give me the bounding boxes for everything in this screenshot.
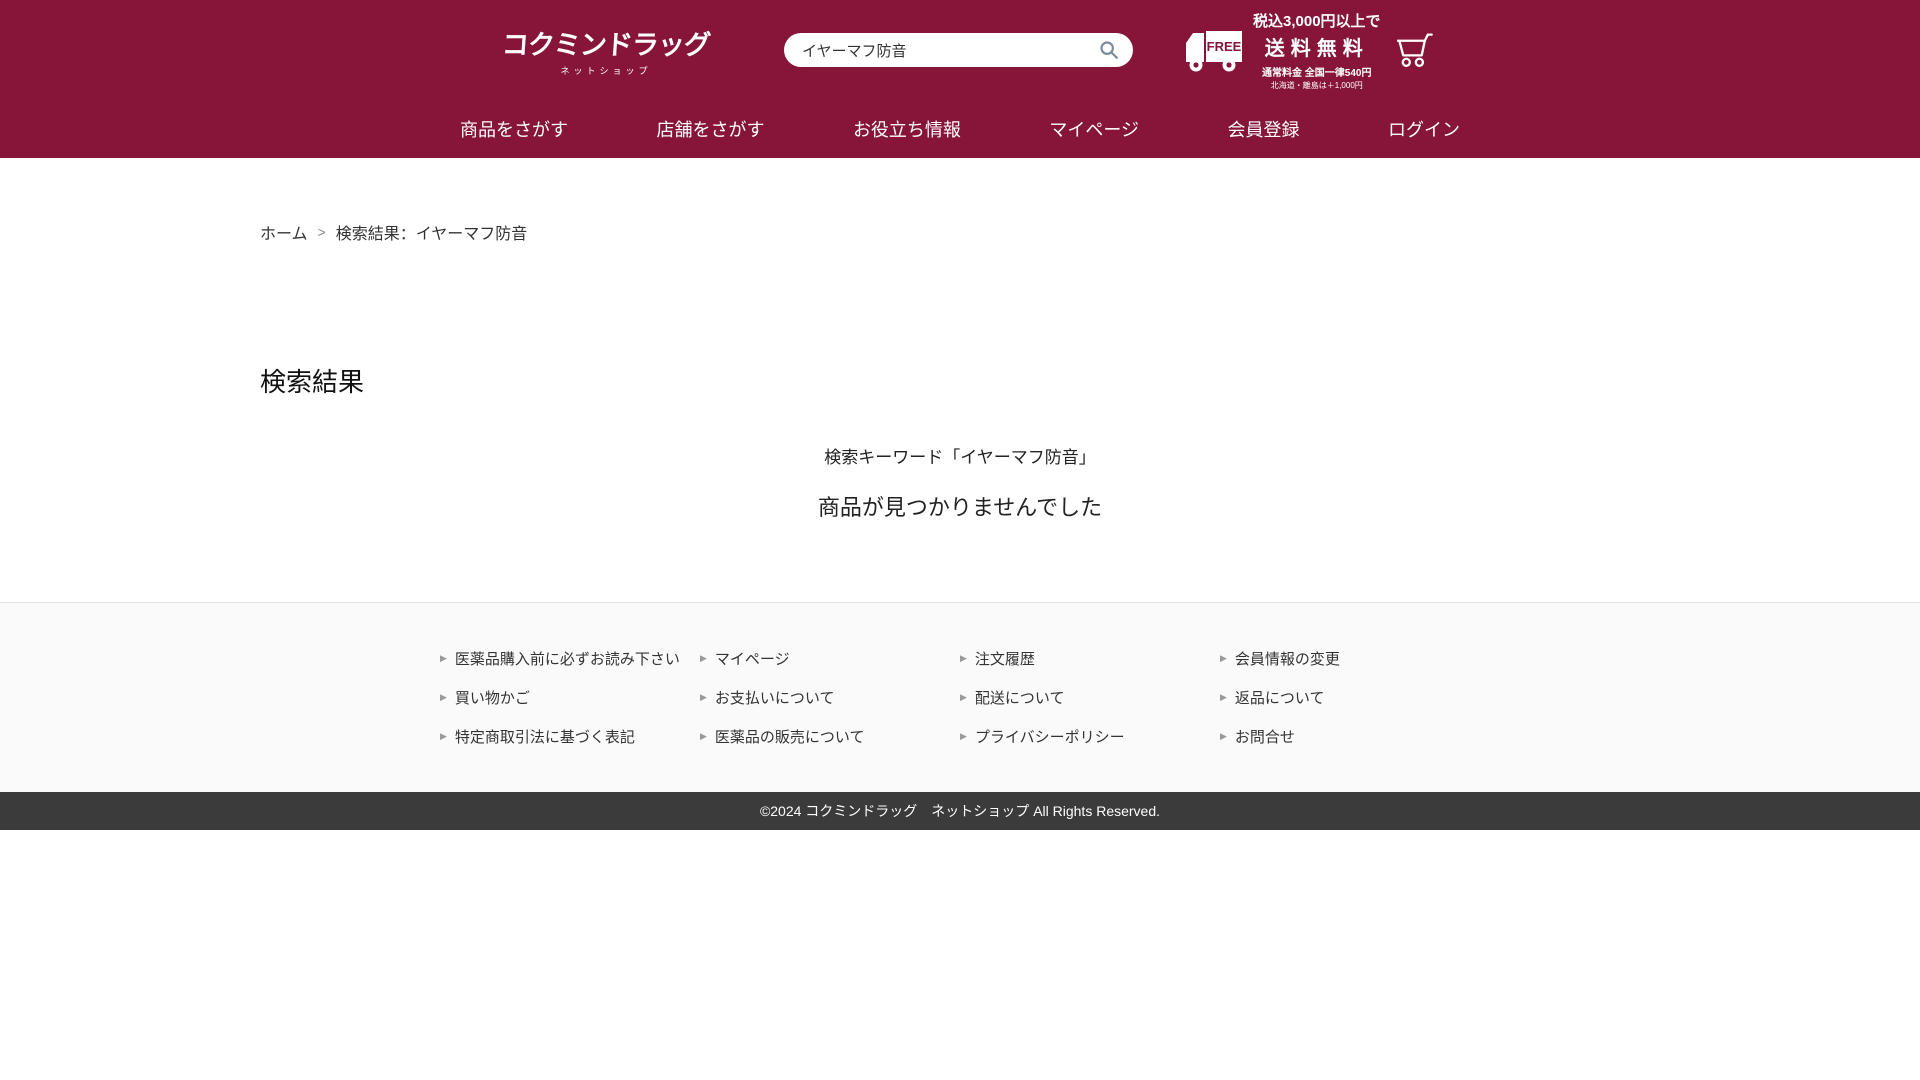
- site-logo[interactable]: コクミンドラッグ ネットショップ: [500, 23, 711, 77]
- nav-item-register[interactable]: 会員登録: [1228, 116, 1300, 142]
- footer-link-payment[interactable]: ▶ お支払いについて: [700, 687, 960, 708]
- header-top-row: コクミンドラッグ ネットショップ イヤーマフ防音 FREE 税込3,000円以上…: [460, 0, 1460, 100]
- footer-link-label: プライバシーポリシー: [974, 729, 1125, 746]
- arrow-bullet-icon: ▶: [440, 653, 447, 663]
- arrow-bullet-icon: ▶: [1220, 692, 1227, 702]
- free-shipping-banner: FREE 税込3,000円以上で 送料無料 通常料金 全国一律540円 北海道・…: [1185, 10, 1381, 91]
- footer-link-label: 買い物かご: [454, 690, 530, 707]
- footer-link-label: 会員情報の変更: [1234, 651, 1340, 668]
- breadcrumb: ホーム > 検索結果：イヤーマフ防音: [260, 158, 1660, 244]
- nav-item-login[interactable]: ログイン: [1388, 116, 1460, 142]
- arrow-bullet-icon: ▶: [960, 731, 967, 741]
- logo-title: コクミンドラッグ: [500, 30, 711, 60]
- shipping-normal-fee: 通常料金 全国一律540円: [1262, 67, 1372, 79]
- search-icon: [1098, 39, 1120, 61]
- copyright-text: ©2024 コクミンドラッグ ネットショップ All Rights Reserv…: [759, 803, 1161, 819]
- footer-link-label: お支払いについて: [714, 690, 835, 707]
- arrow-bullet-icon: ▶: [700, 653, 707, 663]
- footer-link-delivery[interactable]: ▶ 配送について: [960, 687, 1220, 708]
- nav-item-products[interactable]: 商品をさがす: [460, 116, 568, 142]
- arrow-bullet-icon: ▶: [440, 692, 447, 702]
- breadcrumb-current: 検索結果：イヤーマフ防音: [335, 226, 528, 243]
- footer-link-mypage[interactable]: ▶ マイページ: [700, 648, 960, 669]
- main-content: ホーム > 検索結果：イヤーマフ防音 検索結果 検索キーワード「イヤーマフ防音」…: [0, 158, 1920, 602]
- footer-column-3: ▶ 注文履歴 ▶ 配送について ▶ プライバシーポリシー: [960, 648, 1220, 747]
- search-result-messages: 検索キーワード「イヤーマフ防音」 商品が見つかりませんでした: [0, 443, 1920, 522]
- nav-item-mypage[interactable]: マイページ: [1049, 116, 1139, 142]
- page-title: 検索結果: [260, 367, 365, 397]
- site-footer: ▶ 医薬品購入前に必ずお読み下さい ▶ 買い物かご ▶ 特定商取引法に基づく表記 ▶ マ…: [0, 602, 1920, 792]
- footer-link-commerce-law[interactable]: ▶ 特定商取引法に基づく表記: [440, 726, 700, 747]
- shipping-free-label: 送料無料: [1264, 37, 1369, 60]
- search-input[interactable]: [802, 41, 1098, 59]
- footer-column-2: ▶ マイページ ▶ お支払いについて ▶ 医薬品の販売について: [700, 648, 960, 747]
- nav-item-useful-info[interactable]: お役立ち情報: [853, 116, 961, 142]
- footer-link-member-info[interactable]: ▶ 会員情報の変更: [1220, 648, 1480, 669]
- arrow-bullet-icon: ▶: [960, 692, 967, 702]
- footer-link-label: マイページ: [714, 651, 790, 668]
- footer-link-label: 特定商取引法に基づく表記: [454, 729, 635, 746]
- free-badge-label: FREE: [1207, 39, 1242, 54]
- cart-button[interactable]: [1394, 30, 1434, 70]
- footer-link-drug-notice[interactable]: ▶ 医薬品購入前に必ずお読み下さい: [440, 648, 700, 669]
- search-box: [784, 33, 1133, 67]
- footer-column-1: ▶ 医薬品購入前に必ずお読み下さい ▶ 買い物かご ▶ 特定商取引法に基づく表記: [440, 648, 700, 747]
- no-results-message: 商品が見つかりませんでした: [817, 495, 1103, 520]
- footer-link-label: 医薬品の販売について: [714, 729, 865, 746]
- footer-link-privacy-policy[interactable]: ▶ プライバシーポリシー: [960, 726, 1220, 747]
- delivery-truck-icon: FREE: [1185, 26, 1243, 74]
- footer-link-shopping-cart[interactable]: ▶ 買い物かご: [440, 687, 700, 708]
- footer-link-label: お問合せ: [1234, 729, 1295, 746]
- nav-item-stores[interactable]: 店舗をさがす: [656, 116, 764, 142]
- logo-subtitle: ネットショップ: [560, 66, 652, 76]
- footer-link-order-history[interactable]: ▶ 注文履歴: [960, 648, 1220, 669]
- arrow-bullet-icon: ▶: [1220, 653, 1227, 663]
- footer-link-label: 返品について: [1234, 690, 1325, 707]
- breadcrumb-home-link[interactable]: ホーム: [260, 220, 308, 244]
- arrow-bullet-icon: ▶: [1220, 731, 1227, 741]
- shipping-remote-fee: 北海道・離島は＋1,000円: [1270, 80, 1363, 90]
- arrow-bullet-icon: ▶: [700, 731, 707, 741]
- breadcrumb-separator: >: [317, 224, 326, 240]
- footer-link-label: 注文履歴: [974, 651, 1035, 668]
- footer-link-returns[interactable]: ▶ 返品について: [1220, 687, 1480, 708]
- search-keyword-message: 検索キーワード「イヤーマフ防音」: [824, 448, 1096, 467]
- arrow-bullet-icon: ▶: [440, 731, 447, 741]
- footer-link-drug-sales[interactable]: ▶ 医薬品の販売について: [700, 726, 960, 747]
- footer-link-label: 医薬品購入前に必ずお読み下さい: [454, 651, 680, 668]
- main-nav: 商品をさがす 店舗をさがす お役立ち情報 マイページ 会員登録 ログイン: [460, 100, 1460, 158]
- footer-link-contact[interactable]: ▶ お問合せ: [1220, 726, 1480, 747]
- arrow-bullet-icon: ▶: [960, 653, 967, 663]
- copyright-bar: ©2024 コクミンドラッグ ネットショップ All Rights Reserv…: [0, 792, 1920, 830]
- footer-column-4: ▶ 会員情報の変更 ▶ 返品について ▶ お問合せ: [1220, 648, 1480, 747]
- cart-icon: [1394, 30, 1434, 70]
- shipping-threshold: 税込3,000円以上で: [1253, 12, 1381, 30]
- shipping-text: 税込3,000円以上で 送料無料 通常料金 全国一律540円 北海道・離島は＋1…: [1253, 10, 1381, 91]
- site-header: コクミンドラッグ ネットショップ イヤーマフ防音 FREE 税込3,000円以上…: [0, 0, 1920, 158]
- arrow-bullet-icon: ▶: [700, 692, 707, 702]
- search-button[interactable]: [1098, 39, 1120, 61]
- footer-link-label: 配送について: [974, 690, 1065, 707]
